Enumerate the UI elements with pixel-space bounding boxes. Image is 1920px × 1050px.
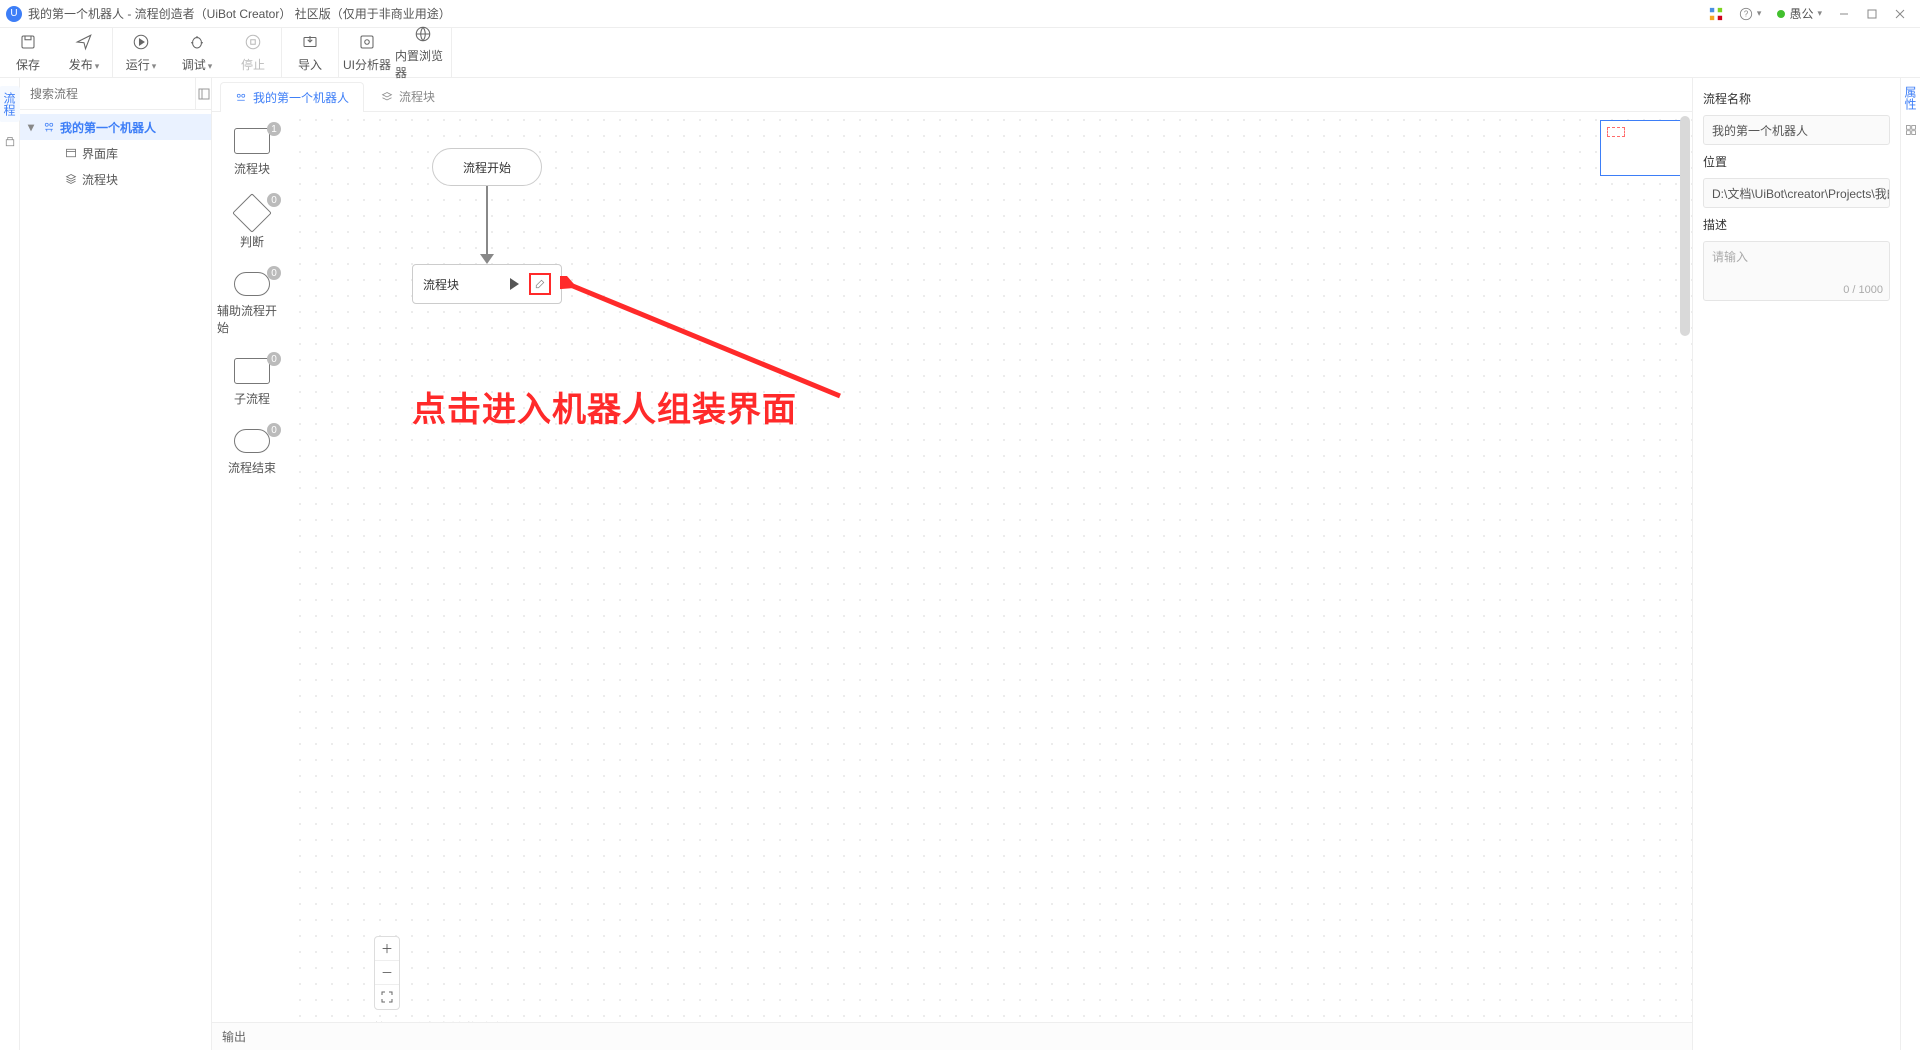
palette-flow-end[interactable]: 0 流程结束 — [217, 429, 287, 476]
minimap[interactable] — [1600, 120, 1684, 176]
tree-flow-block[interactable]: 流程块 — [20, 166, 211, 192]
left-rail-flow-tab[interactable]: 流程 — [0, 86, 20, 122]
right-rail: 属性 — [1900, 78, 1920, 1050]
palette-aux-start[interactable]: 0 辅助流程开始 — [217, 272, 287, 336]
ui-lib-icon — [64, 146, 78, 160]
help-icon[interactable]: ? ▾ — [1739, 7, 1762, 21]
minimize-button[interactable] — [1830, 4, 1858, 24]
status-dot-icon — [1777, 10, 1785, 18]
ui-analyzer-button[interactable]: UI分析器 — [339, 28, 395, 77]
prop-name-label: 流程名称 — [1703, 90, 1890, 107]
tree-root[interactable]: ▾ 我的第一个机器人 — [20, 114, 211, 140]
robot-icon — [42, 120, 56, 134]
output-label: 输出 — [222, 1028, 246, 1045]
tab-robot-label: 我的第一个机器人 — [253, 89, 349, 106]
vertical-scrollbar[interactable] — [1680, 116, 1690, 1046]
desc-counter: 0 / 1000 — [1843, 284, 1883, 296]
user-name: 愚公 — [1789, 5, 1813, 22]
prop-name-input[interactable]: 我的第一个机器人 — [1703, 115, 1890, 145]
zoom-fit-button[interactable] — [375, 985, 399, 1009]
right-rail-properties-tab[interactable]: 属性 — [1902, 86, 1919, 110]
user-menu[interactable]: 愚公 ▾ — [1777, 5, 1822, 22]
output-panel-header[interactable]: 输出 — [212, 1022, 1692, 1050]
layers-icon — [64, 172, 78, 186]
flow-canvas[interactable]: 流程开始 流程块 点击进入机器人组装界面 — [292, 112, 1692, 1050]
tab-flow[interactable]: 流程块 — [366, 81, 450, 111]
apps-grid-icon[interactable] — [1709, 7, 1723, 21]
palette-subflow[interactable]: 0 子流程 — [217, 358, 287, 407]
properties-panel: 流程名称 我的第一个机器人 位置 D:\文档\UiBot\creator\Pro… — [1692, 78, 1900, 1050]
prop-location-input[interactable]: D:\文档\UiBot\creator\Projects\我的 — [1703, 178, 1890, 208]
right-rail-components-tab[interactable] — [1905, 124, 1917, 139]
zoom-in-button[interactable]: ＋ — [375, 937, 399, 961]
close-button[interactable] — [1886, 4, 1914, 24]
tree-root-label: 我的第一个机器人 — [60, 119, 156, 136]
center-area: 我的第一个机器人 流程块 1 流程块 0 判断 0 辅助流程开始 — [212, 78, 1692, 1050]
prop-desc-label: 描述 — [1703, 216, 1890, 233]
canvas-wrap: 1 流程块 0 判断 0 辅助流程开始 0 子流程 0 流程结束 — [212, 112, 1692, 1050]
prop-location-label: 位置 — [1703, 153, 1890, 170]
prop-desc-textarea[interactable]: 请输入 0 / 1000 — [1703, 241, 1890, 301]
window-title: 我的第一个机器人 - 流程创造者（UiBot Creator） 社区版（仅用于非… — [28, 5, 451, 22]
tab-robot[interactable]: 我的第一个机器人 — [220, 82, 364, 112]
tree-flow-block-label: 流程块 — [82, 171, 118, 188]
palette-flow-block[interactable]: 1 流程块 — [217, 128, 287, 177]
body: 流程 ▾ 我的第一个机器人 界面库 流程块 — [0, 78, 1920, 1050]
editor-tabs: 我的第一个机器人 流程块 — [212, 78, 1692, 112]
start-node[interactable]: 流程开始 — [432, 148, 542, 186]
tab-flow-label: 流程块 — [399, 88, 435, 105]
tree-ui-library-label: 界面库 — [82, 145, 118, 162]
left-rail: 流程 — [0, 78, 20, 1050]
debug-button[interactable]: 调试▾ — [169, 28, 225, 77]
app-logo-icon: U — [6, 6, 22, 22]
node-palette: 1 流程块 0 判断 0 辅助流程开始 0 子流程 0 流程结束 — [212, 112, 292, 1050]
edit-node-button[interactable] — [529, 273, 551, 295]
flow-block-node-label: 流程块 — [423, 276, 459, 293]
zoom-controls: ＋ － — [374, 936, 400, 1010]
flow-block-node[interactable]: 流程块 — [412, 264, 562, 304]
builtin-browser-button[interactable]: 内置浏览器 — [395, 28, 451, 77]
connector-arrow-icon — [480, 254, 494, 264]
enterprise-icon[interactable] — [4, 136, 16, 151]
collapse-panel-icon[interactable] — [195, 78, 211, 109]
maximize-button[interactable] — [1858, 4, 1886, 24]
stop-button: 停止 — [225, 28, 281, 77]
palette-decision[interactable]: 0 判断 — [217, 199, 287, 250]
publish-button[interactable]: 发布▾ — [56, 28, 112, 77]
save-button[interactable]: 保存 — [0, 28, 56, 77]
svg-text:?: ? — [1744, 9, 1749, 18]
run-button[interactable]: 运行▾ — [113, 28, 169, 77]
import-button[interactable]: 导入 — [282, 28, 338, 77]
title-bar: U 我的第一个机器人 - 流程创造者（UiBot Creator） 社区版（仅用… — [0, 0, 1920, 28]
zoom-out-button[interactable]: － — [375, 961, 399, 985]
connector-line — [486, 186, 488, 256]
search-input[interactable] — [20, 78, 195, 109]
play-icon[interactable] — [510, 278, 519, 290]
left-panel: ▾ 我的第一个机器人 界面库 流程块 — [20, 78, 212, 1050]
annotation-callout: 点击进入机器人组装界面 — [412, 382, 797, 431]
main-toolbar: 保存 发布▾ 运行▾ 调试▾ 停止 导入 UI分析器 — [0, 28, 1920, 78]
flow-tree: ▾ 我的第一个机器人 界面库 流程块 — [20, 110, 211, 196]
tree-ui-library[interactable]: 界面库 — [20, 140, 211, 166]
